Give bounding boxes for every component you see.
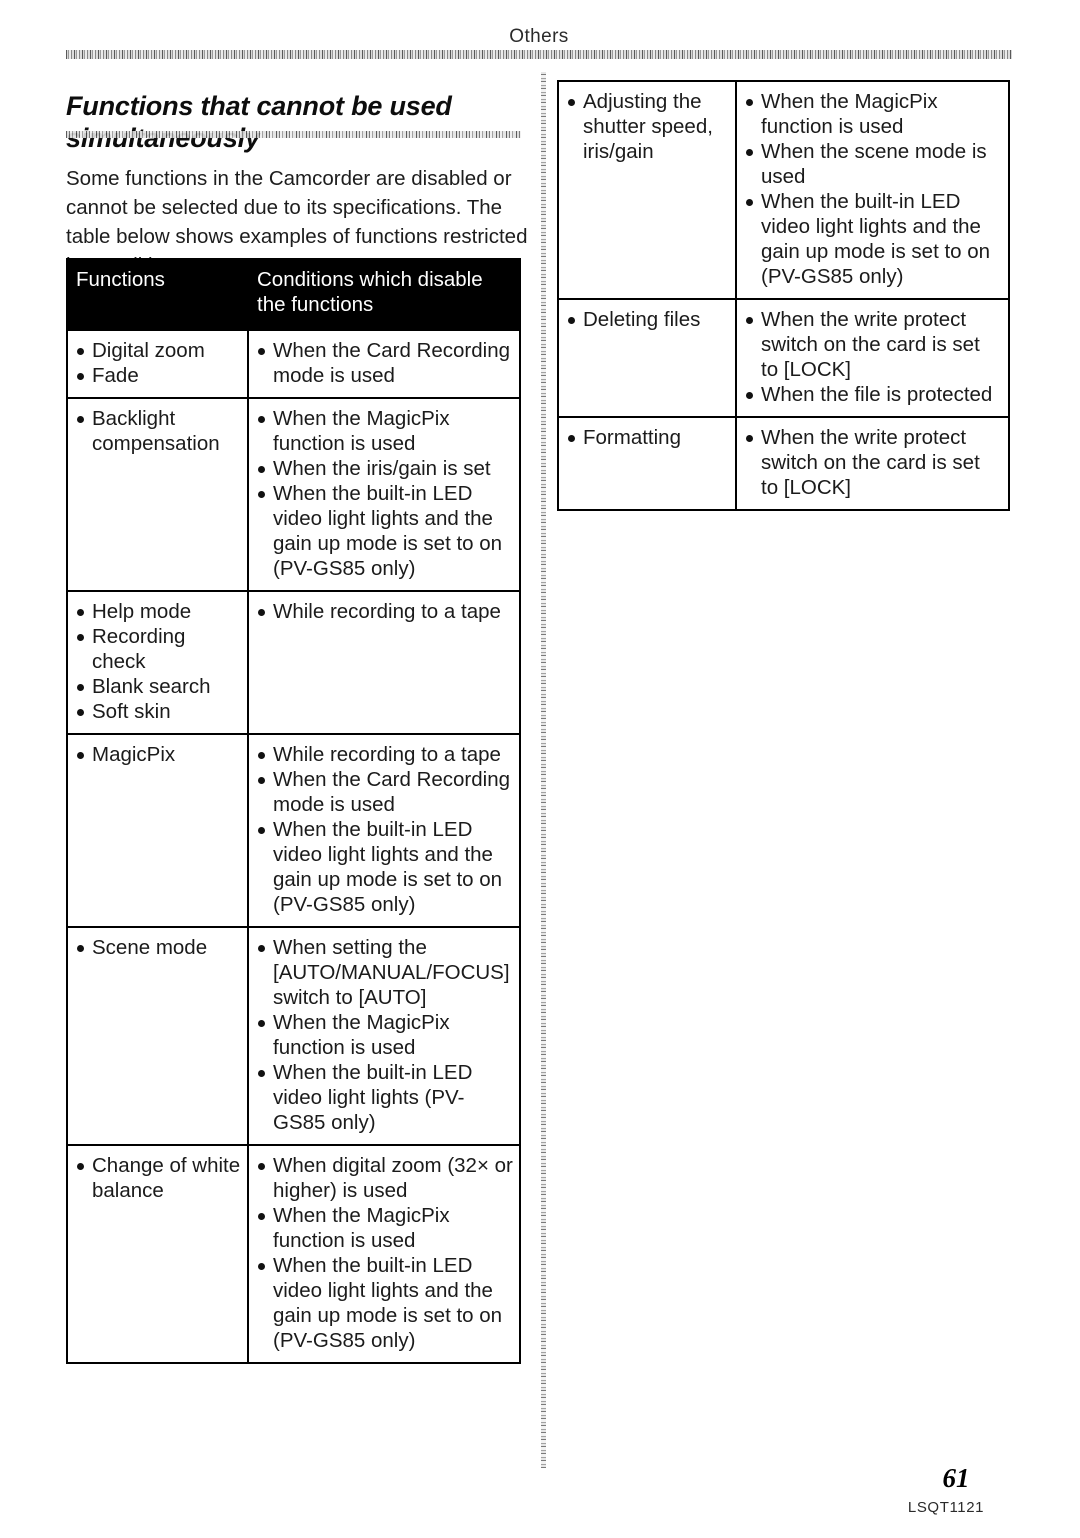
condition-list: When the MagicPix function is used When t… <box>257 406 513 581</box>
column-header-conditions: Conditions which disable the functions <box>247 258 521 331</box>
cell-functions: Change of white balance <box>66 1144 249 1364</box>
condition-item: When the Card Recording mode is used <box>257 338 513 388</box>
function-item: Deleting files <box>567 307 729 332</box>
cell-conditions: While recording to a tape When the Card R… <box>247 733 521 928</box>
function-list: Scene mode <box>76 935 241 960</box>
condition-item: While recording to a tape <box>257 742 513 767</box>
left-table-body: Digital zoom Fade When the Card Recording … <box>66 329 521 1364</box>
condition-list: When setting the [AUTO/MANUAL/FOCUS] swi… <box>257 935 513 1135</box>
column-header-functions: Functions <box>66 258 249 331</box>
running-head: Others <box>66 26 1012 48</box>
cell-functions: Deleting files <box>557 298 737 418</box>
column-header-conditions-line2: the functions <box>257 293 374 316</box>
column-divider <box>541 72 546 1468</box>
header-rule-divider <box>66 50 1012 59</box>
condition-item: When the scene mode is used <box>745 139 1002 189</box>
table-row: Help mode Recording check Blank search Soft… <box>66 590 521 735</box>
right-table-body: Adjusting the shutter speed, iris/gain Wh… <box>557 80 1010 511</box>
cell-conditions: When digital zoom (32× or higher) is use… <box>247 1144 521 1364</box>
cell-functions: Backlight compensation <box>66 397 249 592</box>
cell-conditions: While recording to a tape <box>247 590 521 735</box>
cell-conditions: When the Card Recording mode is used <box>247 329 521 399</box>
function-list: Help mode Recording check Blank search Soft… <box>76 599 241 724</box>
condition-item: When the MagicPix function is used <box>257 406 513 456</box>
cell-conditions: When the MagicPix function is used When t… <box>247 397 521 592</box>
function-item: Blank search <box>76 674 241 699</box>
cell-functions: Digital zoom Fade <box>66 329 249 399</box>
condition-item: When the built-in LED video light lights… <box>257 1060 513 1135</box>
condition-item: When the built-in LED video light lights… <box>257 1253 513 1353</box>
condition-item: When the built-in LED video light lights… <box>745 189 1002 289</box>
function-item: Soft skin <box>76 699 241 724</box>
function-list: Digital zoom Fade <box>76 338 241 388</box>
table-row: Formatting When the write protect switch … <box>557 416 1010 511</box>
cell-conditions: When the write protect switch on the car… <box>735 298 1010 418</box>
condition-list: When digital zoom (32× or higher) is use… <box>257 1153 513 1353</box>
function-item: Adjusting the shutter speed, iris/gain <box>567 89 729 164</box>
condition-item: When the iris/gain is set <box>257 456 513 481</box>
table-row: Backlight compensation When the MagicPix … <box>66 397 521 592</box>
function-item: Fade <box>76 363 241 388</box>
cell-functions: Formatting <box>557 416 737 511</box>
condition-item: When the built-in LED video light lights… <box>257 817 513 917</box>
function-list: Adjusting the shutter speed, iris/gain <box>567 89 729 164</box>
page-number: 61 <box>942 1463 970 1493</box>
function-item: Recording check <box>76 624 241 674</box>
condition-list: When the write protect switch on the car… <box>745 425 1002 500</box>
table-row: Change of white balance When digital zoom… <box>66 1144 521 1364</box>
condition-item: When the file is protected <box>745 382 1002 407</box>
restricted-functions-table-right: Adjusting the shutter speed, iris/gain Wh… <box>557 80 1010 511</box>
condition-item: When the MagicPix function is used <box>257 1010 513 1060</box>
cell-conditions: When the MagicPix function is used When t… <box>735 80 1010 300</box>
function-list: Backlight compensation <box>76 406 241 456</box>
cell-functions: Scene mode <box>66 926 249 1146</box>
running-head-text: Others <box>509 26 569 47</box>
column-header-conditions-line1: Conditions which disable <box>257 268 483 291</box>
table-row: Scene mode When setting the [AUTO/MANUAL/… <box>66 926 521 1146</box>
condition-item: When the MagicPix function is used <box>257 1203 513 1253</box>
condition-item: When the write protect switch on the car… <box>745 425 1002 500</box>
function-item: Help mode <box>76 599 241 624</box>
table-row: Deleting files When the write protect swi… <box>557 298 1010 418</box>
condition-item: When digital zoom (32× or higher) is use… <box>257 1153 513 1203</box>
title-rule-divider <box>66 131 521 138</box>
function-item: Backlight compensation <box>76 406 241 456</box>
cell-functions: MagicPix <box>66 733 249 928</box>
condition-list: When the MagicPix function is used When t… <box>745 89 1002 289</box>
table-row: Digital zoom Fade When the Card Recording … <box>66 329 521 399</box>
cell-functions: Adjusting the shutter speed, iris/gain <box>557 80 737 300</box>
cell-conditions: When the write protect switch on the car… <box>735 416 1010 511</box>
cell-conditions: When setting the [AUTO/MANUAL/FOCUS] swi… <box>247 926 521 1146</box>
table-row: Adjusting the shutter speed, iris/gain Wh… <box>557 80 1010 300</box>
cell-functions: Help mode Recording check Blank search Soft… <box>66 590 249 735</box>
condition-item: When setting the [AUTO/MANUAL/FOCUS] swi… <box>257 935 513 1010</box>
function-list: Change of white balance <box>76 1153 241 1203</box>
condition-list: While recording to a tape <box>257 599 513 624</box>
function-item: MagicPix <box>76 742 241 767</box>
condition-item: While recording to a tape <box>257 599 513 624</box>
function-list: Formatting <box>567 425 729 450</box>
function-list: Deleting files <box>567 307 729 332</box>
condition-list: When the Card Recording mode is used <box>257 338 513 388</box>
function-item: Change of white balance <box>76 1153 241 1203</box>
function-item: Scene mode <box>76 935 241 960</box>
condition-item: When the write protect switch on the car… <box>745 307 1002 382</box>
table-row: MagicPix While recording to a tape When th… <box>66 733 521 928</box>
condition-list: While recording to a tape When the Card R… <box>257 742 513 917</box>
function-item: Digital zoom <box>76 338 241 363</box>
function-list: MagicPix <box>76 742 241 767</box>
condition-list: When the write protect switch on the car… <box>745 307 1002 407</box>
table-header-row: Functions Conditions which disable the f… <box>66 258 521 331</box>
condition-item: When the MagicPix function is used <box>745 89 1002 139</box>
page-title: Functions that cannot be used simultaneo… <box>66 91 452 154</box>
function-item: Formatting <box>567 425 729 450</box>
condition-item: When the built-in LED video light lights… <box>257 481 513 581</box>
condition-item: When the Card Recording mode is used <box>257 767 513 817</box>
document-code: LSQT1121 <box>907 1499 985 1516</box>
restricted-functions-table-left: Functions Conditions which disable the f… <box>66 258 521 1364</box>
